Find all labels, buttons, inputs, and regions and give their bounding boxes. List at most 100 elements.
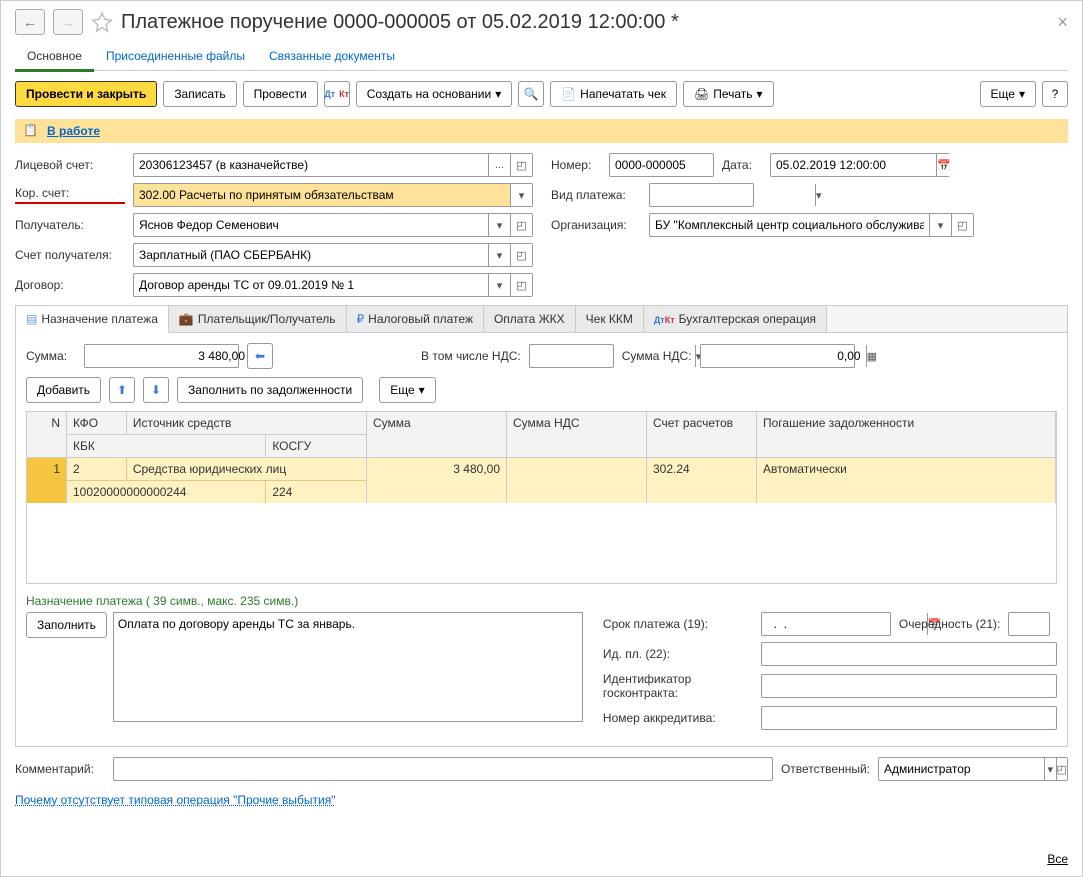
chevron-down-icon[interactable]: ▾ xyxy=(510,184,532,206)
calculator-icon[interactable]: ▦ xyxy=(866,345,877,367)
favorite-star-icon[interactable] xyxy=(91,11,113,33)
tab-purpose-label: Назначение платежа xyxy=(41,312,158,326)
status-bar: 📋 В работе xyxy=(15,119,1068,143)
tab-purpose[interactable]: ▤ Назначение платежа xyxy=(16,306,169,333)
why-missing-link[interactable]: Почему отсутствует типовая операция "Про… xyxy=(15,793,336,807)
recipient-input[interactable] xyxy=(134,214,488,236)
tab-payer[interactable]: 💼Плательщик/Получатель xyxy=(169,306,347,332)
cell-pog: Автоматически xyxy=(757,458,1056,503)
main-toolbar: Провести и закрыть Записать Провести ДтК… xyxy=(15,81,1068,107)
dtkt-icon[interactable]: ДтКт xyxy=(324,81,350,107)
paytype-input[interactable] xyxy=(650,184,815,206)
tab-zhkh[interactable]: Оплата ЖКХ xyxy=(484,306,576,332)
contract-input[interactable] xyxy=(134,274,488,296)
add-row-button[interactable]: Добавить xyxy=(26,377,101,403)
fill-debt-button[interactable]: Заполнить по задолженности xyxy=(177,377,363,403)
akkr-label: Номер аккредитива: xyxy=(603,711,753,725)
nav-tab-main[interactable]: Основное xyxy=(15,43,94,72)
account-label: Лицевой счет: xyxy=(15,158,125,172)
contract-label: Договор: xyxy=(15,278,125,292)
more-button[interactable]: Еще ▾ xyxy=(980,81,1036,107)
idpl-input[interactable] xyxy=(762,643,1056,665)
nav-back-button[interactable]: ← xyxy=(15,9,45,35)
status-link[interactable]: В работе xyxy=(47,124,100,138)
detail-tabs: ▤ Назначение платежа 💼Плательщик/Получате… xyxy=(15,305,1068,332)
all-link[interactable]: Все xyxy=(1047,852,1068,866)
chevron-down-icon: ▾ xyxy=(419,383,425,397)
nds-sum-input[interactable] xyxy=(701,345,866,367)
open-icon[interactable]: ◰ xyxy=(510,214,532,236)
open-icon[interactable]: ◰ xyxy=(510,154,532,176)
nav-tab-related[interactable]: Связанные документы xyxy=(257,43,407,70)
table-more-label: Еще xyxy=(390,383,414,397)
close-icon[interactable]: × xyxy=(1057,12,1068,33)
tab-zhkh-label: Оплата ЖКХ xyxy=(494,312,565,326)
tab-tax[interactable]: ₽Налоговый платеж xyxy=(347,306,484,332)
table-row[interactable]: 1 2 Средства юридических лиц 10020000000… xyxy=(27,458,1056,503)
tab-kkm[interactable]: Чек ККМ xyxy=(576,306,644,332)
tab-payer-label: Плательщик/Получатель xyxy=(198,312,336,326)
table-more-button[interactable]: Еще ▾ xyxy=(379,377,435,403)
responsible-input[interactable] xyxy=(879,758,1044,780)
post-and-close-button[interactable]: Провести и закрыть xyxy=(15,81,157,107)
incl-nds-label: В том числе НДС: xyxy=(421,349,521,363)
open-icon[interactable]: ◰ xyxy=(510,244,532,266)
th-nds: Сумма НДС xyxy=(507,412,647,458)
th-kosgu: КОСГУ xyxy=(266,435,366,457)
print-button[interactable]: 🖨Печать ▾ xyxy=(683,81,774,107)
open-icon[interactable]: ◰ xyxy=(951,214,973,236)
comment-input[interactable] xyxy=(114,758,772,780)
idpl-label: Ид. пл. (22): xyxy=(603,647,753,661)
chevron-down-icon[interactable]: ▾ xyxy=(488,274,510,296)
status-icon: 📋 xyxy=(23,123,39,139)
akkr-input[interactable] xyxy=(762,707,1056,729)
purpose-textarea[interactable]: Оплата по договору аренды ТС за январь. xyxy=(113,612,583,722)
date-input[interactable] xyxy=(771,154,936,176)
sum-label: Сумма: xyxy=(26,349,76,363)
help-button[interactable]: ? xyxy=(1042,81,1068,107)
create-based-button[interactable]: Создать на основании ▾ xyxy=(356,81,513,107)
move-down-button[interactable]: ⬇ xyxy=(143,377,169,403)
list-icon: ▤ xyxy=(26,312,37,326)
magnifier-icon[interactable]: 🔍 xyxy=(518,81,544,107)
print-check-button[interactable]: 📄Напечатать чек xyxy=(550,81,677,107)
corr-account-input[interactable] xyxy=(134,184,510,206)
fill-purpose-button[interactable]: Заполнить xyxy=(26,612,107,638)
nav-forward-button[interactable]: → xyxy=(53,9,83,35)
cell-kbk: 10020000000000244 xyxy=(67,481,266,503)
chevron-down-icon[interactable]: ▾ xyxy=(1044,758,1056,780)
ellipsis-icon[interactable]: ... xyxy=(488,154,510,176)
move-up-button[interactable]: ⬆ xyxy=(109,377,135,403)
priority-label: Очередность (21): xyxy=(899,617,1000,631)
cell-kfo: 2 xyxy=(67,458,127,480)
chevron-down-icon[interactable]: ▾ xyxy=(815,184,822,206)
chevron-down-icon[interactable]: ▾ xyxy=(488,244,510,266)
tab-accounting[interactable]: ДтКтБухгалтерская операция xyxy=(644,306,827,332)
open-icon[interactable]: ◰ xyxy=(510,274,532,296)
chevron-down-icon[interactable]: ▾ xyxy=(929,214,951,236)
chevron-down-icon[interactable]: ▾ xyxy=(488,214,510,236)
title-bar: ← → Платежное поручение 0000-000005 от 0… xyxy=(15,9,1068,35)
priority-input[interactable] xyxy=(1009,613,1083,635)
responsible-label: Ответственный: xyxy=(781,762,870,776)
th-pog: Погашение задолженности xyxy=(757,412,1056,458)
write-button[interactable]: Записать xyxy=(163,81,236,107)
org-input[interactable] xyxy=(650,214,929,236)
window-title: Платежное поручение 0000-000005 от 05.02… xyxy=(121,11,1049,34)
account-input[interactable] xyxy=(134,154,488,176)
rec-account-input[interactable] xyxy=(134,244,488,266)
allocation-table: N КФО Источник средств КБК КОСГУ Сумма С… xyxy=(26,411,1057,584)
paytype-label: Вид платежа: xyxy=(551,188,641,202)
term-label: Срок платежа (19): xyxy=(603,617,753,631)
cell-acc: 302.24 xyxy=(647,458,757,503)
nav-tab-attached[interactable]: Присоединенные файлы xyxy=(94,43,257,70)
purpose-counter-label: Назначение платежа ( 39 симв., макс. 235… xyxy=(26,594,1057,608)
gosk-input[interactable] xyxy=(762,675,1056,697)
calendar-icon[interactable]: 📅 xyxy=(936,154,951,176)
date-label: Дата: xyxy=(722,158,762,172)
corr-account-label: Кор. счет: xyxy=(15,186,125,204)
post-button[interactable]: Провести xyxy=(243,81,318,107)
open-icon[interactable]: ◰ xyxy=(1056,758,1068,780)
arrow-refresh-icon[interactable]: ⬅ xyxy=(247,343,273,369)
sum-input[interactable] xyxy=(85,345,250,367)
